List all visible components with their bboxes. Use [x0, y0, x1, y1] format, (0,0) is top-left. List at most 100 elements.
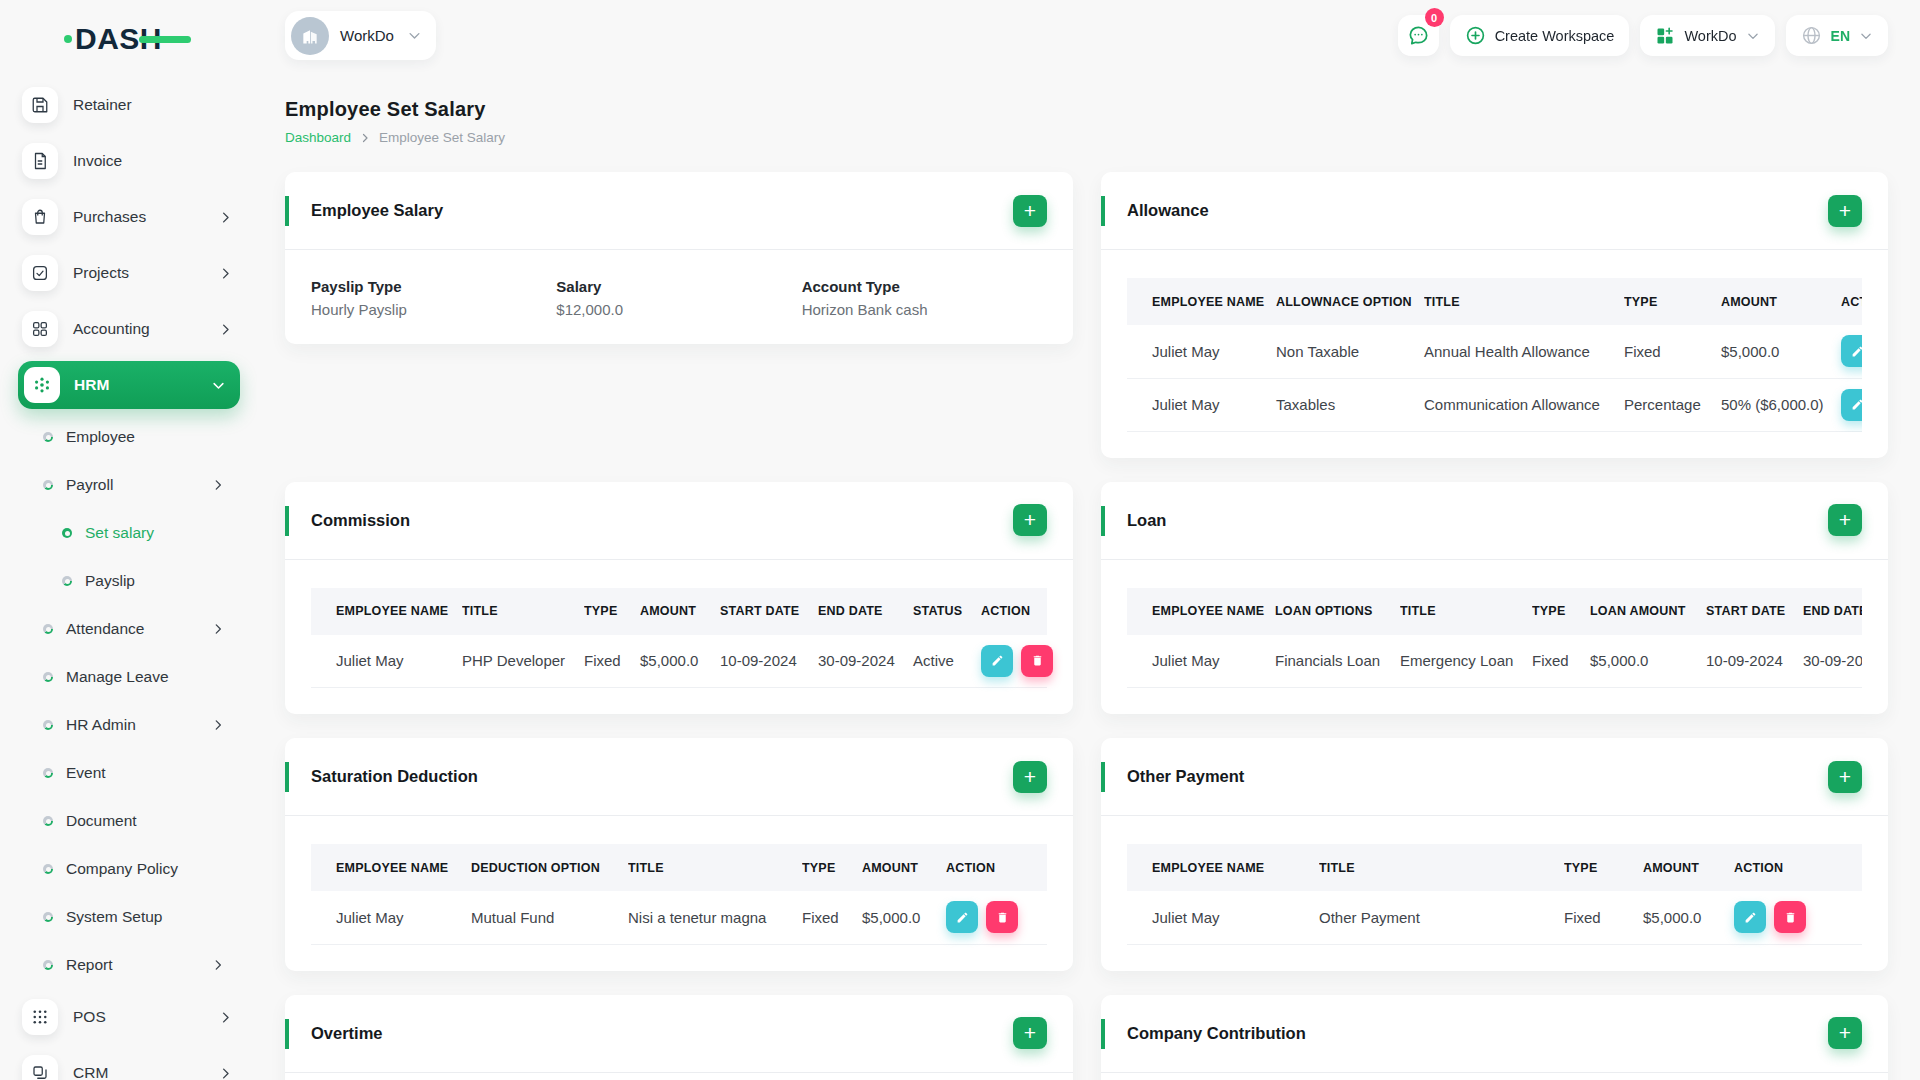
- edit-button[interactable]: [1841, 389, 1862, 421]
- add-overtime-button[interactable]: +: [1013, 1017, 1047, 1049]
- sidebar-item-pos[interactable]: POS: [0, 989, 257, 1045]
- sidebar-item-document[interactable]: Document: [0, 797, 257, 845]
- cell: Taxables: [1276, 378, 1424, 431]
- column-header: EMPLOYEE NAME: [1127, 844, 1319, 891]
- sidebar-item-label: Report: [66, 956, 113, 974]
- workspace-menu-button[interactable]: WorkDo: [1640, 15, 1774, 56]
- card-saturation-deduction: Saturation Deduction + EMPLOYEE NAME DED…: [285, 738, 1073, 971]
- sidebar-item-system-setup[interactable]: System Setup: [0, 893, 257, 941]
- create-workspace-button[interactable]: Create Workspace: [1450, 15, 1630, 56]
- table-header-row: EMPLOYEE NAME DEDUCTION OPTION TITLE TYP…: [311, 844, 1047, 891]
- sidebar-item-hrm[interactable]: HRM: [18, 361, 240, 409]
- messages-button[interactable]: 0: [1398, 15, 1439, 56]
- delete-button[interactable]: [1774, 901, 1806, 933]
- sidebar-item-label: Payroll: [66, 476, 113, 494]
- sidebar-item-attendance[interactable]: Attendance: [0, 605, 257, 653]
- sidebar-item-label: Accounting: [73, 320, 150, 338]
- create-workspace-label: Create Workspace: [1495, 28, 1615, 44]
- column-header: TITLE: [1319, 844, 1564, 891]
- cell: Fixed: [584, 635, 640, 688]
- sidebar-item-event[interactable]: Event: [0, 749, 257, 797]
- column-header: ACTION: [1734, 844, 1862, 891]
- pencil-icon: [1851, 398, 1863, 411]
- brand-logo[interactable]: DASH: [0, 0, 257, 77]
- saturation-deduction-table: EMPLOYEE NAME DEDUCTION OPTION TITLE TYP…: [311, 844, 1047, 945]
- sidebar-item-payslip[interactable]: Payslip: [0, 557, 257, 605]
- column-header: TYPE: [1532, 588, 1590, 635]
- workspace-name: WorkDo: [340, 27, 394, 44]
- pencil-icon: [991, 654, 1004, 667]
- hrm-icon: [24, 367, 60, 403]
- cell: 30-09-2024: [1803, 635, 1862, 688]
- chevron-right-icon: [211, 478, 225, 492]
- cell: Juliet May: [1127, 891, 1319, 944]
- language-label: EN: [1831, 28, 1850, 44]
- sidebar-item-manage-leave[interactable]: Manage Leave: [0, 653, 257, 701]
- add-commission-button[interactable]: +: [1013, 504, 1047, 536]
- main-content: Employee Set Salary Dashboard Employee S…: [257, 0, 1920, 1080]
- delete-button[interactable]: [1021, 645, 1053, 677]
- workspace-selector[interactable]: WorkDo: [285, 11, 436, 60]
- column-header: START DATE: [1706, 588, 1803, 635]
- sidebar-item-label: Attendance: [66, 620, 144, 638]
- sidebar-item-crm[interactable]: CRM: [0, 1045, 257, 1080]
- cell: Fixed: [1532, 635, 1590, 688]
- card-title: Loan: [1127, 511, 1166, 530]
- column-header: TITLE: [628, 844, 802, 891]
- edit-button[interactable]: [946, 901, 978, 933]
- edit-button[interactable]: [981, 645, 1013, 677]
- card-loan: Loan + EMPLOYEE NAME LOAN OPTIONS TITLE …: [1101, 482, 1888, 715]
- add-other-payment-button[interactable]: +: [1828, 761, 1862, 793]
- edit-button[interactable]: [1734, 901, 1766, 933]
- sidebar-item-retainer[interactable]: Retainer: [0, 77, 257, 133]
- cell: 10-09-2024: [1706, 635, 1803, 688]
- sidebar-item-projects[interactable]: Projects: [0, 245, 257, 301]
- add-company-contribution-button[interactable]: +: [1828, 1017, 1862, 1049]
- column-header: AMOUNT: [640, 588, 720, 635]
- cell: 50% ($6,000.0): [1721, 378, 1841, 431]
- add-employee-salary-button[interactable]: +: [1013, 195, 1047, 227]
- sidebar-item-payroll[interactable]: Payroll: [0, 461, 257, 509]
- sidebar-item-invoice[interactable]: Invoice: [0, 133, 257, 189]
- cell: Communication Allowance: [1424, 378, 1624, 431]
- accounting-icon: [22, 311, 58, 347]
- sidebar-item-report[interactable]: Report: [0, 941, 257, 989]
- language-selector[interactable]: EN: [1786, 15, 1888, 56]
- pencil-icon: [1851, 345, 1863, 358]
- cell: Financials Loan: [1275, 635, 1400, 688]
- sidebar-item-label: Set salary: [85, 524, 154, 542]
- sidebar-item-set-salary[interactable]: Set salary: [0, 509, 257, 557]
- column-header: EMPLOYEE NAME: [311, 844, 471, 891]
- column-header: TYPE: [802, 844, 862, 891]
- sidebar-item-purchases[interactable]: Purchases: [0, 189, 257, 245]
- column-header: LOAN OPTIONS: [1275, 588, 1400, 635]
- column-header: EMPLOYEE NAME: [311, 588, 462, 635]
- loan-table: EMPLOYEE NAME LOAN OPTIONS TITLE TYPE LO…: [1127, 588, 1862, 689]
- chevron-right-icon: [218, 210, 233, 225]
- sidebar-item-accounting[interactable]: Accounting: [0, 301, 257, 357]
- add-saturation-deduction-button[interactable]: +: [1013, 761, 1047, 793]
- cell: $5,000.0: [1590, 635, 1706, 688]
- column-header: EMPLOYEE NAME: [1127, 278, 1276, 325]
- card-title: Company Contribution: [1127, 1024, 1306, 1043]
- column-header: ACTION: [946, 844, 1047, 891]
- column-header: TITLE: [1424, 278, 1624, 325]
- bullet-icon: [62, 528, 72, 538]
- card-title: Saturation Deduction: [311, 767, 478, 786]
- column-header: ACTION: [981, 588, 1047, 635]
- building-icon: [291, 17, 329, 55]
- sidebar-item-company-policy[interactable]: Company Policy: [0, 845, 257, 893]
- bullet-icon: [43, 720, 53, 730]
- table-row: Juliet May Taxables Communication Allowa…: [1127, 378, 1862, 431]
- delete-button[interactable]: [986, 901, 1018, 933]
- table-header-row: EMPLOYEE NAME TITLE TYPE AMOUNT ACTION: [1127, 844, 1862, 891]
- sidebar-item-hr-admin[interactable]: HR Admin: [0, 701, 257, 749]
- sidebar-item-employee[interactable]: Employee: [0, 413, 257, 461]
- add-allowance-button[interactable]: +: [1828, 195, 1862, 227]
- add-loan-button[interactable]: +: [1828, 504, 1862, 536]
- breadcrumb-dashboard-link[interactable]: Dashboard: [285, 130, 351, 145]
- topbar: WorkDo 0 Create Workspace WorkDo EN: [257, 0, 1920, 71]
- retainer-icon: [22, 87, 58, 123]
- cell: $5,000.0: [640, 635, 720, 688]
- edit-button[interactable]: [1841, 335, 1862, 367]
